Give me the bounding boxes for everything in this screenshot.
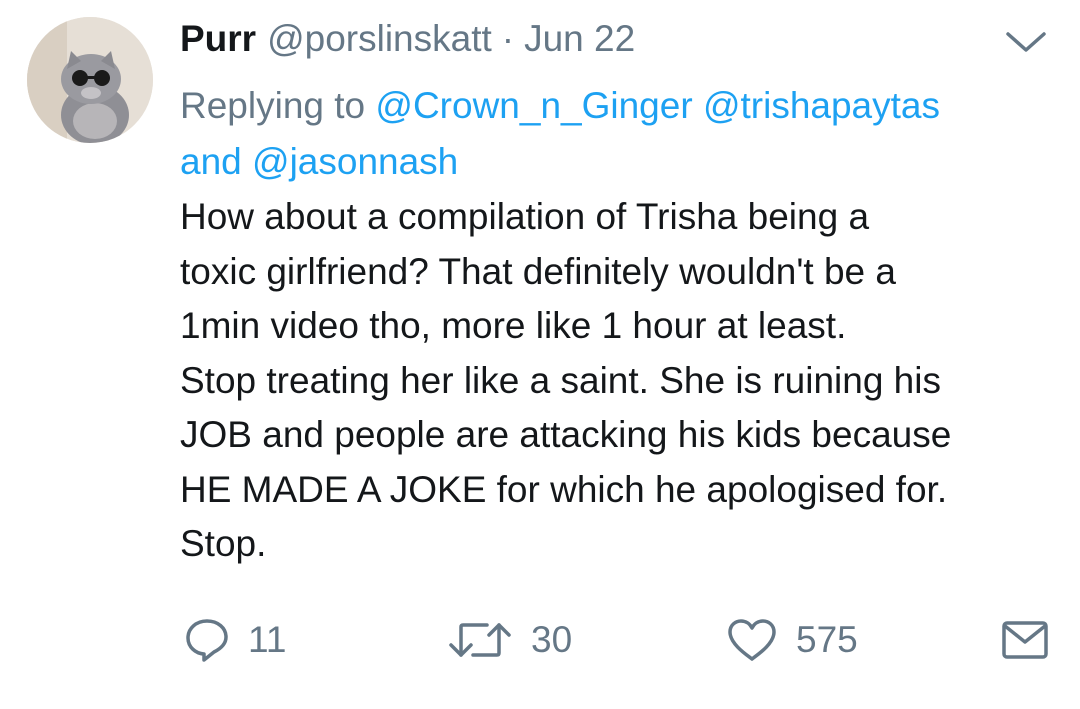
replying-to: Replying to @Crown_n_Ginger @trishapayta…	[180, 78, 1060, 190]
replying-to-and: and	[180, 141, 242, 182]
reply-bubble-icon	[186, 619, 228, 662]
tweet-text-line: toxic girlfriend? That definitely wouldn…	[180, 250, 896, 292]
heart-icon	[728, 619, 776, 661]
tweet-text-line: How about a compilation of Trisha being …	[180, 196, 870, 237]
cat-avatar-image	[27, 17, 153, 143]
tweet-text-line: JOB and people are attacking his kids be…	[180, 414, 952, 455]
display-name[interactable]: Purr	[180, 18, 256, 60]
tweet-text-line: 1min video tho, more like 1 hour at leas…	[180, 305, 847, 346]
more-options-button[interactable]	[1002, 22, 1050, 62]
tweet-header: Purr @porslinskatt · Jun 22	[180, 18, 635, 68]
tweet-text-line: Stop.	[180, 523, 267, 564]
reply-count: 11	[248, 619, 287, 660]
retweet-count: 30	[531, 619, 573, 660]
like-button[interactable]: 575	[726, 610, 858, 670]
separator-dot: ·	[501, 18, 515, 59]
tweet-text-line: HE MADE A JOKE for which he apologised f…	[180, 468, 948, 510]
mention-jasonnash[interactable]: @jasonnash	[252, 141, 458, 182]
tweet-date[interactable]: Jun 22	[524, 18, 635, 60]
direct-message-button[interactable]	[1000, 610, 1050, 670]
tweet-card[interactable]: Purr @porslinskatt · Jun 22 Replying to …	[0, 0, 1080, 709]
user-handle[interactable]: @porslinskatt	[267, 18, 492, 60]
tweet-actions: 11 30 575	[0, 610, 1080, 670]
tweet-text: How about a compilation of Trisha being …	[180, 190, 1065, 572]
chevron-down-icon	[1006, 32, 1046, 52]
avatar[interactable]	[27, 17, 153, 143]
retweet-arrows-icon	[449, 623, 511, 657]
envelope-icon	[1002, 621, 1048, 659]
retweet-button[interactable]: 30	[447, 610, 572, 670]
replying-to-label: Replying to	[180, 85, 366, 126]
reply-button[interactable]: 11	[184, 610, 286, 670]
like-count: 575	[796, 619, 858, 660]
tweet-text-line: Stop treating her like a saint. She is r…	[180, 359, 941, 401]
mention-crown-n-ginger[interactable]: @Crown_n_Ginger	[375, 85, 692, 126]
mention-trishapaytas[interactable]: @trishapaytas	[703, 85, 940, 126]
